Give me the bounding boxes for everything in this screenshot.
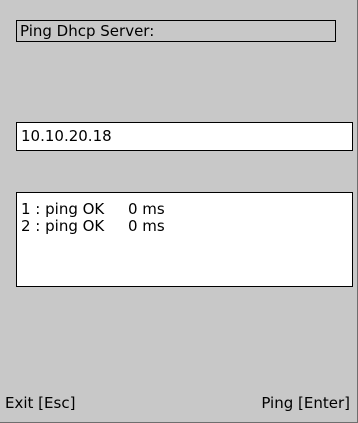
result-time: 0 ms	[128, 217, 165, 235]
result-label: 2 : ping OK	[21, 217, 105, 235]
app-window: Ping Dhcp Server: 10.10.20.18 1 : ping O…	[0, 0, 358, 423]
list-item: 1 : ping OK 0 ms	[21, 201, 352, 218]
list-item: 2 : ping OK 0 ms	[21, 218, 352, 235]
ping-results-list: 1 : ping OK 0 ms 2 : ping OK 0 ms	[16, 192, 353, 287]
page-title: Ping Dhcp Server:	[16, 20, 336, 42]
ping-button[interactable]: Ping [Enter]	[261, 393, 350, 413]
ip-address-input[interactable]: 10.10.20.18	[16, 122, 353, 151]
result-label: 1 : ping OK	[21, 200, 105, 218]
exit-button[interactable]: Exit [Esc]	[5, 393, 75, 413]
result-time: 0 ms	[128, 200, 165, 218]
